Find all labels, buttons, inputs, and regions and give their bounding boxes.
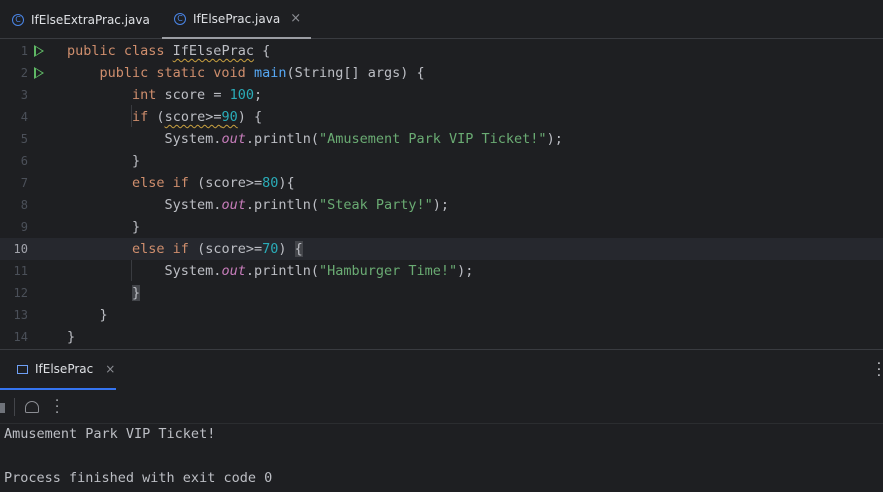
line-number: 1 — [20, 44, 28, 58]
run-tab-label: IfElsePrac — [35, 362, 94, 376]
line-number: 9 — [20, 220, 28, 234]
code-text: System.out.println("Steak Party!"); — [67, 197, 450, 213]
code-line: 8 System.out.println("Steak Party!"); — [0, 194, 883, 216]
console-exit-line: Process finished with exit code 0 — [4, 470, 273, 486]
line-number: 10 — [13, 242, 28, 256]
code-line: 9 } — [0, 216, 883, 238]
code-text: public static void main(String[] args) { — [99, 65, 425, 81]
code-text: } — [67, 307, 108, 323]
line-number: 3 — [20, 88, 28, 102]
code-editor[interactable]: 1 public class IfElsePrac { 2 public sta… — [0, 39, 883, 349]
code-line: 5 System.out.println("Amusement Park VIP… — [0, 128, 883, 150]
line-number: 5 — [20, 132, 28, 146]
java-class-icon: C — [174, 12, 186, 25]
code-text: } — [67, 153, 141, 169]
code-line: 3 int score = 100; — [0, 84, 883, 106]
code-text: public class IfElsePrac { — [67, 43, 271, 59]
code-line: 7 else if (score>=80){ — [0, 172, 883, 194]
code-line: 13 } — [0, 304, 883, 326]
line-number: 6 — [20, 154, 28, 168]
console-icon — [17, 364, 28, 374]
code-line: 2 public static void main(String[] args)… — [0, 62, 883, 84]
line-number: 7 — [20, 176, 28, 190]
tab-label: IfElsePrac.java — [193, 11, 281, 26]
run-icon[interactable] — [34, 67, 44, 79]
line-number: 13 — [13, 308, 28, 322]
stop-icon[interactable] — [0, 403, 5, 413]
console-output-line: Amusement Park VIP Ticket! — [4, 426, 216, 442]
line-number: 8 — [20, 198, 28, 212]
code-text: else if (score>=80){ — [132, 175, 295, 191]
close-icon[interactable]: × — [290, 11, 301, 26]
more-options-icon[interactable]: · · · — [877, 358, 881, 383]
code-text: if (score>=90) { — [132, 109, 263, 125]
tab-label: IfElseExtraPrac.java — [31, 12, 150, 27]
line-number: 2 — [20, 66, 28, 80]
code-line: 11 System.out.println("Hamburger Time!")… — [0, 260, 883, 282]
code-line: 1 public class IfElsePrac { — [0, 40, 883, 62]
code-line-current: 10 else if (score>=70) { — [0, 238, 883, 260]
line-number: 4 — [20, 110, 28, 124]
run-icon[interactable] — [34, 45, 44, 57]
code-line: 14 } — [0, 326, 883, 348]
code-text: int score = 100; — [132, 87, 263, 103]
code-text: } — [67, 329, 76, 345]
code-text: System.out.println("Hamburger Time!"); — [67, 263, 474, 279]
profiler-gauge-icon[interactable] — [25, 401, 39, 413]
line-number: 12 — [13, 286, 28, 300]
code-text: } — [132, 285, 141, 301]
tab-ifelseextraprac[interactable]: C IfElseExtraPrac.java — [12, 0, 150, 39]
toolbar-separator — [14, 398, 15, 416]
run-tab[interactable]: IfElsePrac × — [0, 350, 116, 390]
line-number: 11 — [13, 264, 28, 278]
code-text: else if (score>=70) { — [132, 241, 303, 257]
line-number: 14 — [13, 330, 28, 344]
close-icon[interactable]: × — [105, 362, 115, 376]
run-toolbar: · · · — [0, 390, 883, 424]
code-text: System.out.println("Amusement Park VIP T… — [67, 131, 563, 147]
code-text: } — [67, 219, 141, 235]
code-line: 12 } — [0, 282, 883, 304]
code-line: 4 if (score>=90) { — [0, 106, 883, 128]
run-panel: IfElsePrac × · · · · · · Amusement Park VIP … — [0, 349, 883, 492]
java-class-icon: C — [12, 13, 24, 26]
tab-ifelseprac[interactable]: C IfElsePrac.java × — [162, 0, 312, 39]
editor-tab-bar: C IfElseExtraPrac.java C IfElsePrac.java… — [0, 0, 883, 39]
more-options-icon[interactable]: · · · — [55, 395, 59, 420]
code-line: 6 } — [0, 150, 883, 172]
